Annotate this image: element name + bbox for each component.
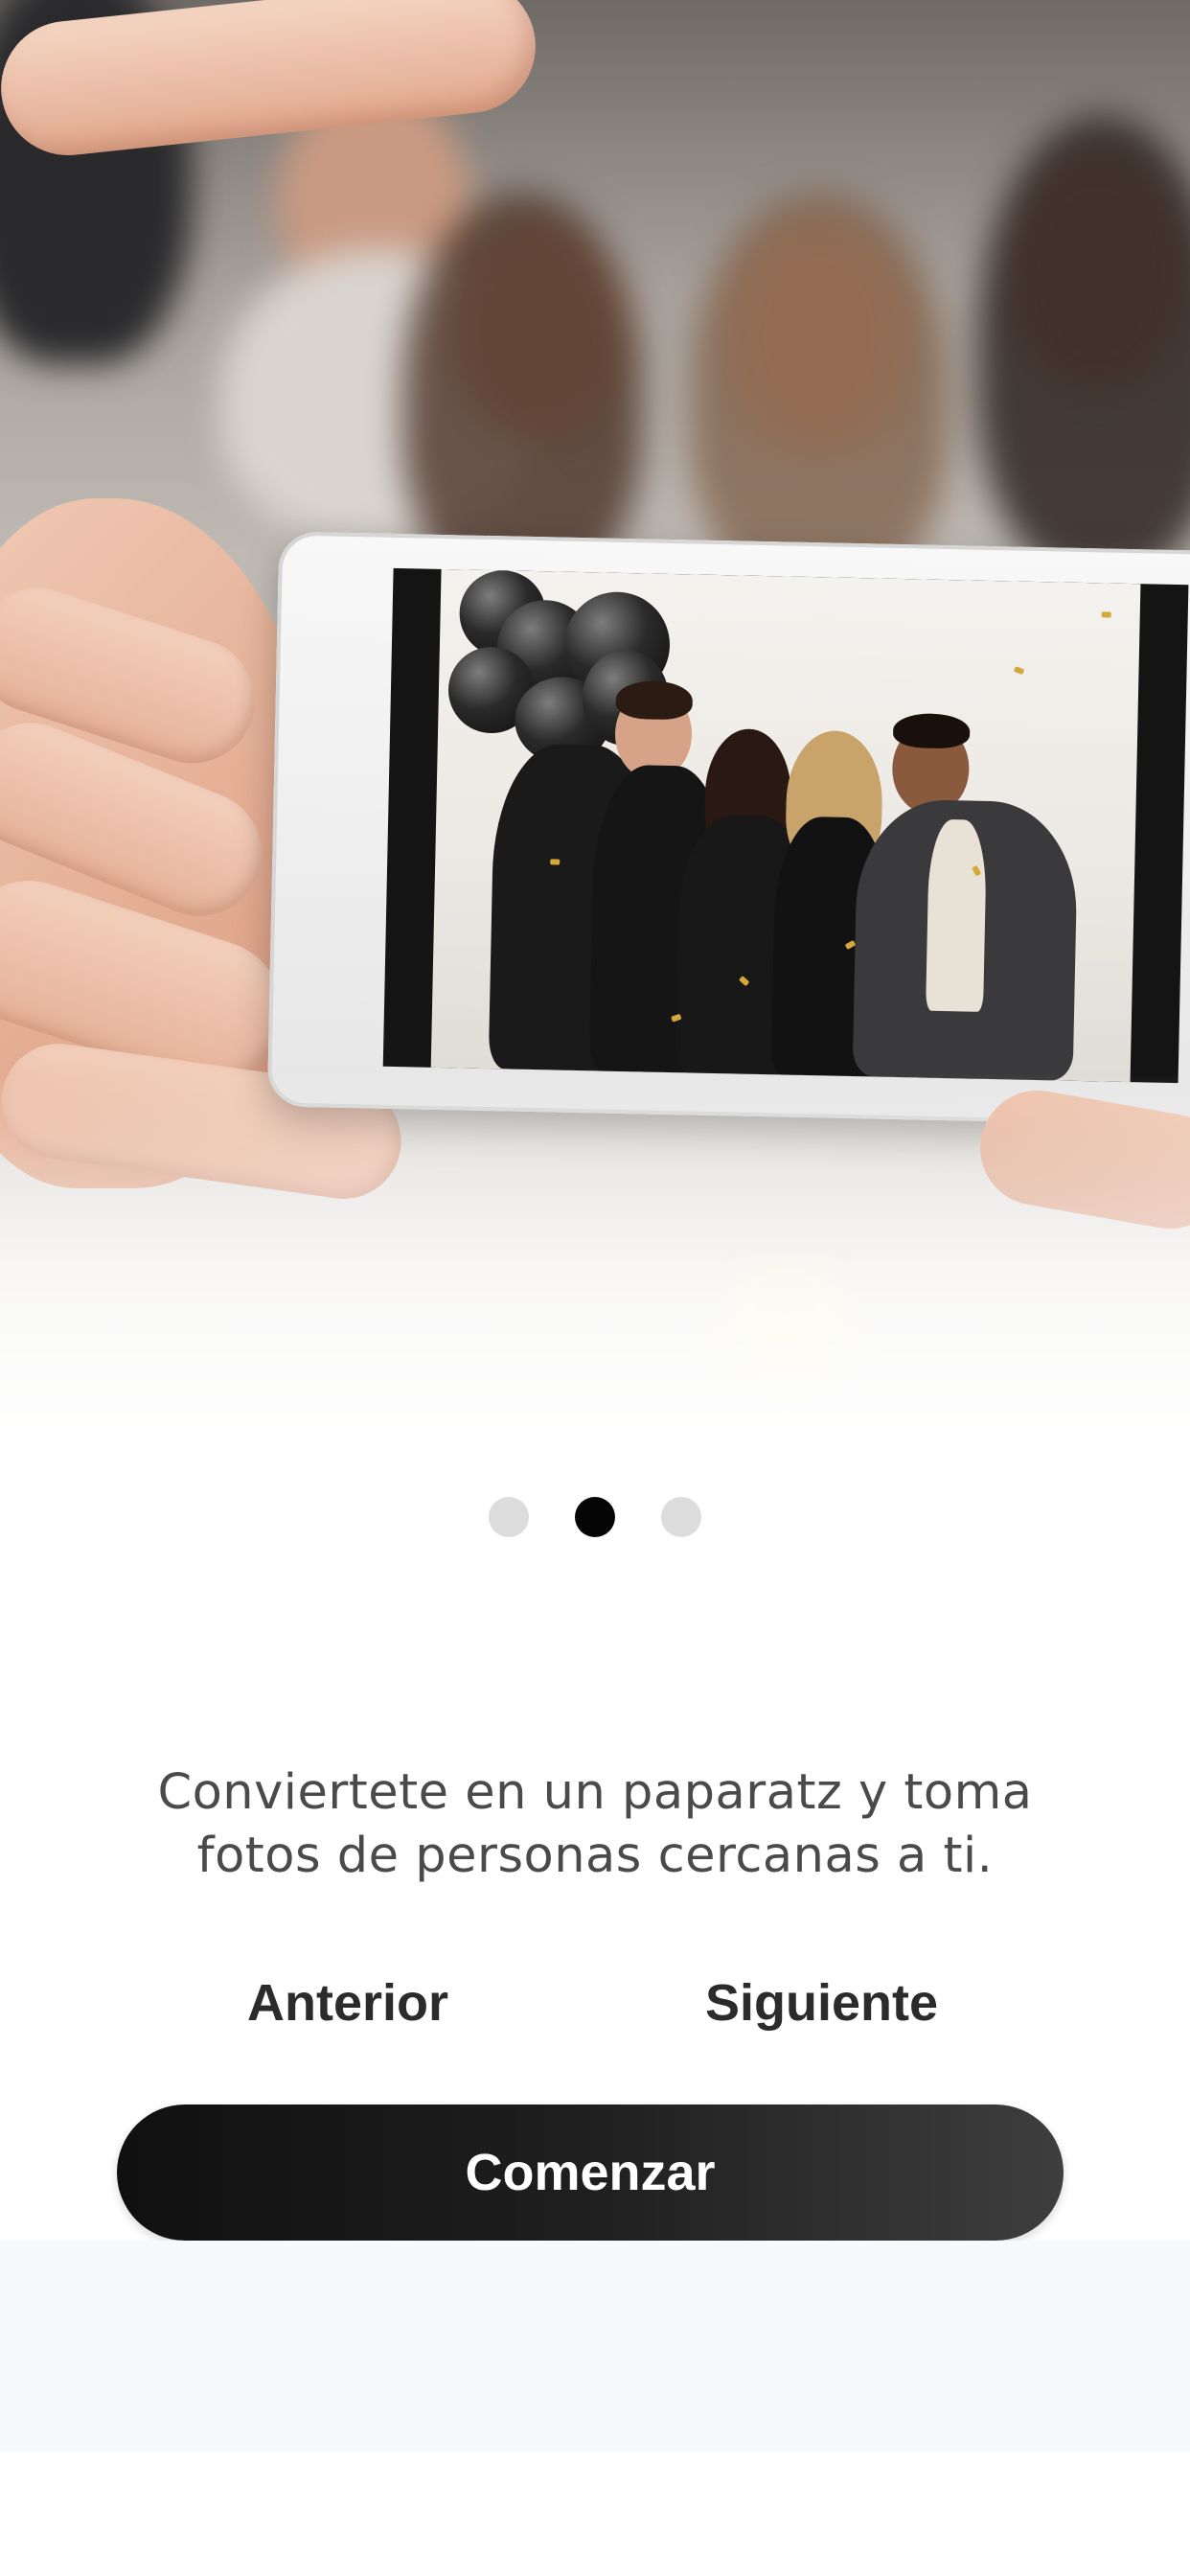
next-button[interactable]: Siguiente [705,1965,938,2041]
onboarding-caption: Conviertete en un paparatz y toma fotos … [157,1764,1033,1884]
bottom-area [0,2241,1190,2451]
hero-image [0,0,1190,1476]
smartphone-icon [266,531,1190,1127]
start-button[interactable]: Comenzar [117,2104,1064,2241]
pagination-dots [0,1497,1190,1537]
pagination-dot-1[interactable] [489,1497,529,1537]
party-photo [430,568,1141,1083]
phone-screen [382,567,1189,1084]
onboarding-screen: Conviertete en un paparatz y toma fotos … [0,0,1190,2576]
previous-button[interactable]: Anterior [247,1965,448,2041]
pagination-dot-3[interactable] [661,1497,701,1537]
pagination-dot-2-active[interactable] [575,1497,615,1537]
hero-fade-overlay [0,1073,1190,1476]
